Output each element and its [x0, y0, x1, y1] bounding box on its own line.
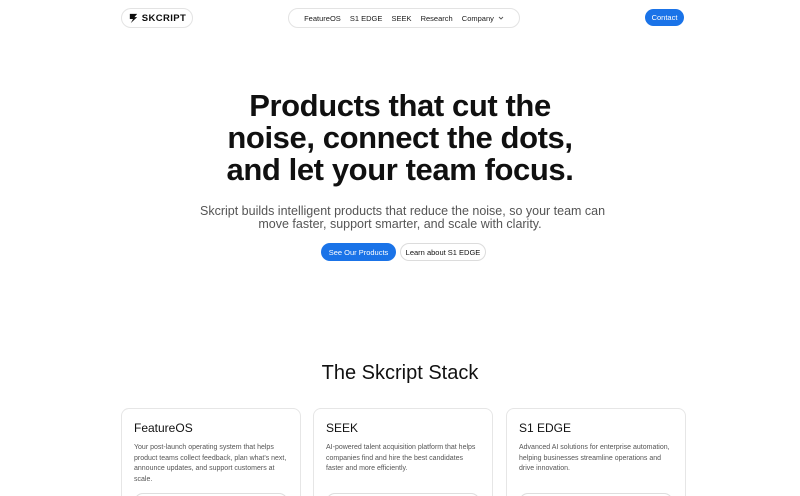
card-title: S1 EDGE: [519, 421, 572, 435]
see-products-button[interactable]: See Our Products: [321, 243, 396, 261]
hero-title: Products that cut the noise, connect the…: [150, 90, 650, 186]
hero-title-line: noise, connect the dots,: [227, 120, 573, 155]
nav-item-company[interactable]: Company: [462, 14, 504, 23]
card-description: AI-powered talent acquisition platform t…: [326, 444, 476, 472]
hero-subtitle-line: move faster, support smarter, and scale …: [258, 217, 542, 231]
nav-item-seek[interactable]: SEEK: [391, 14, 411, 23]
learn-s1-edge-button[interactable]: Learn about S1 EDGE: [400, 243, 486, 261]
logo-icon: [129, 13, 137, 23]
nav-item-company-label: Company: [461, 13, 494, 23]
product-card-seek: SEEK AI-powered talent acquisition platf…: [313, 408, 493, 496]
hero-title-line: Products that cut the: [249, 88, 551, 123]
product-card-featureos: FeatureOS Your post-launch operating sys…: [121, 408, 301, 496]
card-description: Your post-launch operating system that h…: [134, 444, 287, 483]
logo-text: SKCRIPT: [141, 12, 187, 24]
nav-item-s1-edge[interactable]: S1 EDGE: [350, 14, 383, 23]
card-description: Advanced AI solutions for enterprise aut…: [519, 444, 670, 472]
contact-button[interactable]: Contact: [645, 9, 684, 26]
hero-subtitle: Skcript builds intelligent products that…: [200, 205, 605, 231]
hero-title-line: and let your team focus.: [226, 152, 574, 187]
product-card-s1-edge: S1 EDGE Advanced AI solutions for enterp…: [506, 408, 686, 496]
chevron-down-icon: [498, 16, 504, 20]
card-title: SEEK: [326, 421, 359, 435]
main-nav: FeatureOS S1 EDGE SEEK Research Company: [288, 8, 520, 28]
nav-item-research[interactable]: Research: [421, 14, 453, 23]
card-title: FeatureOS: [134, 421, 193, 435]
section-title: The Skcript Stack: [321, 362, 479, 384]
logo-link[interactable]: SKCRIPT: [121, 8, 193, 28]
nav-item-featureos[interactable]: FeatureOS: [304, 14, 341, 23]
